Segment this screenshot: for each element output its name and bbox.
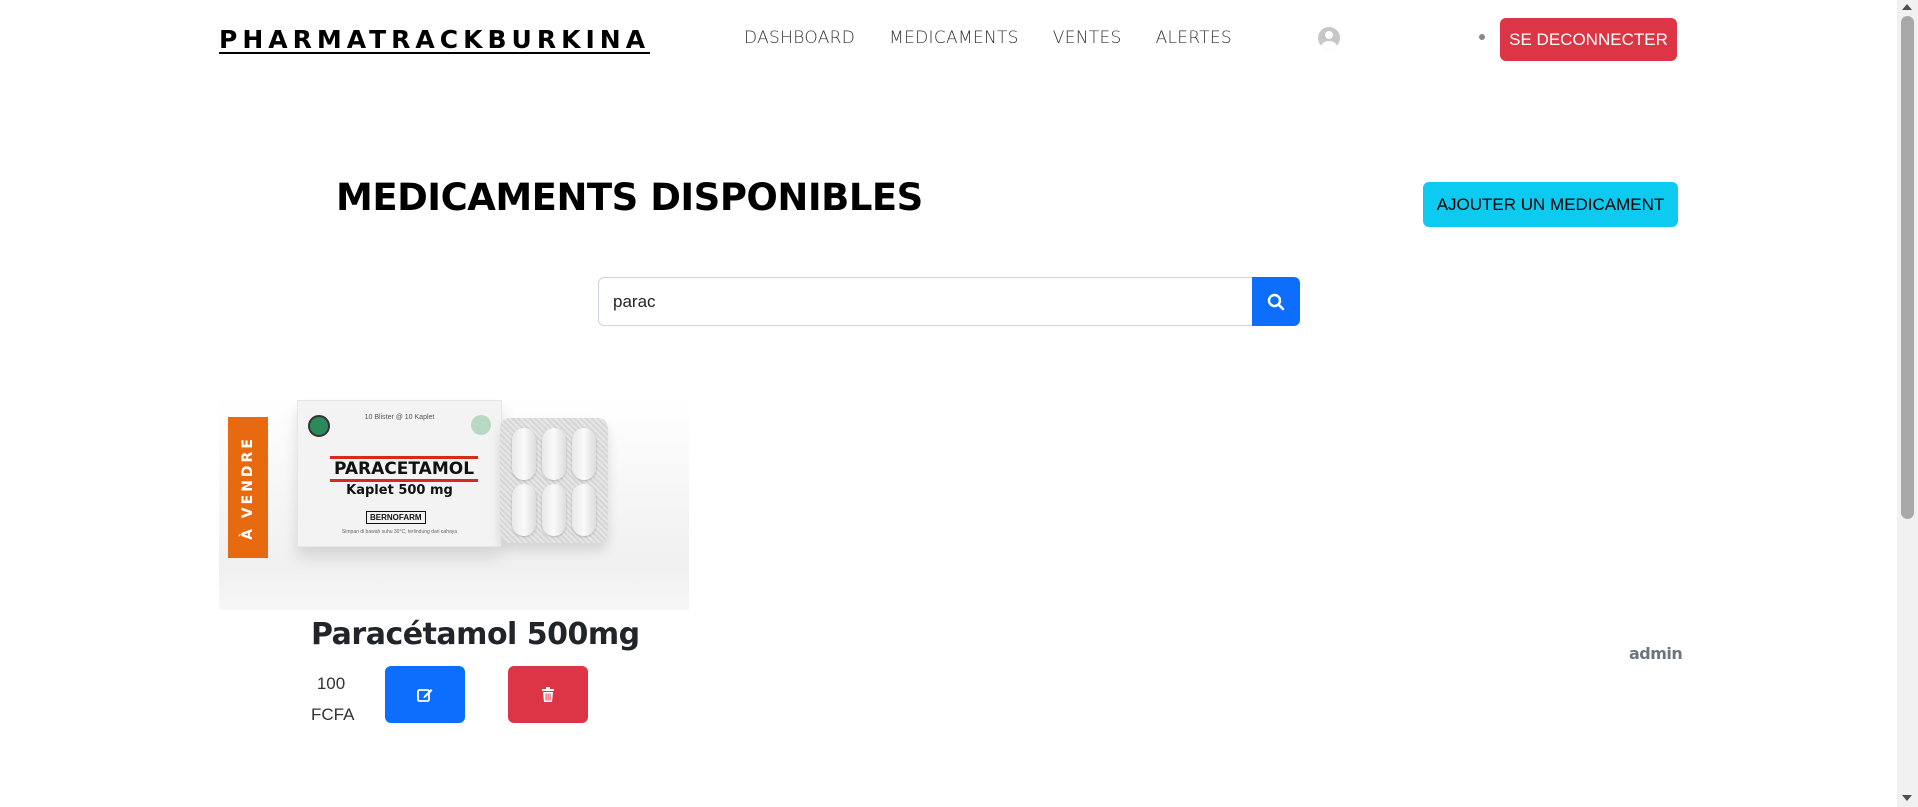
user-avatar-icon bbox=[1318, 27, 1340, 49]
for-sale-ribbon: À VENDRE bbox=[228, 417, 268, 558]
separator-dot bbox=[1479, 34, 1485, 40]
edit-button[interactable] bbox=[385, 666, 465, 723]
search-button[interactable] bbox=[1252, 277, 1300, 326]
price-amount: 100 bbox=[316, 674, 346, 693]
username: admin bbox=[1629, 644, 1683, 663]
main-nav: DASHBOARD MEDICAMENTS VENTES ALERTES bbox=[744, 28, 1232, 48]
product-box-image: 10 Blister @ 10 Kaplet PARACETAMOL Kaple… bbox=[297, 400, 502, 547]
nav-dashboard[interactable]: DASHBOARD bbox=[744, 28, 855, 48]
brand-logo[interactable]: PHARMATRACKBURKINA bbox=[219, 25, 650, 54]
product-name: Paracétamol 500mg bbox=[311, 617, 640, 652]
box-top-text: 10 Blister @ 10 Kaplet bbox=[364, 414, 435, 421]
ribbon-label: À VENDRE bbox=[240, 435, 257, 540]
pill bbox=[542, 484, 566, 536]
scroll-up-arrow-icon[interactable] bbox=[1902, 4, 1912, 10]
logout-button[interactable]: SE DECONNECTER bbox=[1500, 18, 1677, 61]
box-subtitle: Kaplet 500 mg bbox=[346, 483, 453, 498]
box-note: Simpan di bawah suhu 30°C, terlindung da… bbox=[341, 529, 458, 535]
user-menu[interactable]: admin bbox=[1318, 27, 1683, 663]
box-brand: PARACETAMOL bbox=[330, 456, 479, 482]
scroll-down-arrow-icon[interactable] bbox=[1902, 795, 1912, 801]
box-maker: BERNOFARM bbox=[366, 511, 426, 524]
product-price: 100 FCFA bbox=[311, 668, 355, 730]
add-medicament-button[interactable]: AJOUTER UN MEDICAMENT bbox=[1423, 182, 1678, 227]
delete-button[interactable] bbox=[508, 666, 588, 723]
trash-icon bbox=[542, 686, 554, 702]
pill bbox=[512, 484, 536, 536]
search-input[interactable] bbox=[598, 277, 1252, 326]
nav-ventes[interactable]: VENTES bbox=[1053, 28, 1122, 48]
scrollbar-thumb[interactable] bbox=[1901, 16, 1914, 519]
nav-medicaments[interactable]: MEDICAMENTS bbox=[889, 28, 1019, 48]
edit-icon bbox=[417, 688, 433, 702]
nav-alertes[interactable]: ALERTES bbox=[1156, 28, 1232, 48]
pill bbox=[572, 428, 596, 480]
pill bbox=[572, 484, 596, 536]
search-form bbox=[598, 277, 1300, 326]
blister-pack-image bbox=[500, 418, 608, 543]
search-icon bbox=[1267, 293, 1285, 310]
page-title: MEDICAMENTS DISPONIBLES bbox=[336, 176, 923, 219]
pill bbox=[542, 428, 566, 480]
pill bbox=[512, 428, 536, 480]
price-currency: FCFA bbox=[311, 705, 355, 724]
